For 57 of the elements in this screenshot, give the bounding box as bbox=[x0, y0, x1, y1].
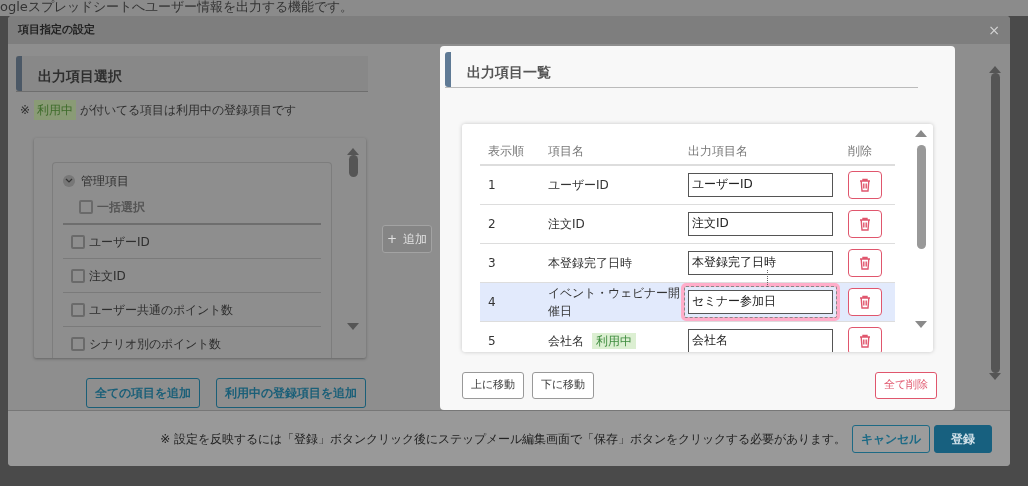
submit-button[interactable]: 登録 bbox=[934, 424, 992, 453]
move-down-button[interactable]: 下に移動 bbox=[532, 372, 594, 399]
item-label: 注文ID bbox=[89, 267, 126, 285]
order-cell: 1 bbox=[480, 165, 540, 204]
background-text: ogleスプレッドシートへユーザー情報を出力する機能です。 bbox=[0, 0, 1028, 16]
delete-all-button[interactable]: 全て削除 bbox=[875, 372, 937, 399]
item-label: ユーザーID bbox=[89, 233, 150, 251]
trash-icon bbox=[859, 255, 871, 270]
output-name-field[interactable]: 注文ID bbox=[688, 211, 833, 236]
trash-icon bbox=[859, 294, 871, 309]
chevron-icon[interactable] bbox=[63, 175, 75, 187]
checkbox[interactable] bbox=[71, 336, 85, 351]
section-title: 出力項目選択 bbox=[37, 67, 122, 86]
delete-button[interactable] bbox=[848, 209, 882, 238]
output-name-field[interactable]: ユーザーID bbox=[688, 172, 833, 197]
group-label: 管理項目 bbox=[81, 173, 129, 190]
item-name: 注文ID bbox=[540, 204, 680, 243]
note-mark: ※ bbox=[20, 102, 31, 119]
column-header: 項目名 bbox=[540, 138, 680, 165]
item-label: ユーザー共通のポイント数 bbox=[89, 301, 233, 319]
item-name: 本登録完了日時 bbox=[540, 243, 680, 282]
checkbox[interactable] bbox=[71, 302, 85, 317]
order-cell: 3 bbox=[480, 243, 540, 282]
trash-icon bbox=[859, 177, 871, 192]
dialog-title: 項目指定の設定 bbox=[18, 21, 95, 38]
order-cell: 2 bbox=[480, 204, 540, 243]
section-title: 出力項目一覧 bbox=[466, 63, 551, 82]
item-label: シナリオ別のポイント数 bbox=[89, 335, 221, 353]
checkbox[interactable] bbox=[71, 268, 85, 283]
delete-button[interactable] bbox=[848, 170, 882, 199]
output-name-field[interactable]: 会社名 bbox=[688, 328, 833, 352]
output-name-field[interactable]: 本登録完了日時 bbox=[688, 250, 833, 275]
item-name: イベント・ウェビナー開催日 bbox=[540, 282, 680, 321]
in-use-badge: 利用中 bbox=[592, 332, 636, 349]
checkbox[interactable] bbox=[79, 200, 93, 214]
item-name: 会社名 bbox=[548, 333, 584, 348]
column-header: 出力項目名 bbox=[680, 138, 840, 165]
note-text: が付いてる項目は利用中の登録項目です bbox=[80, 102, 297, 119]
trash-icon bbox=[859, 333, 871, 348]
accent-bar bbox=[16, 56, 22, 91]
in-use-badge: 利用中 bbox=[34, 100, 77, 120]
select-all-label: 一括選択 bbox=[97, 199, 145, 216]
accent-bar bbox=[445, 52, 451, 87]
move-up-button[interactable]: 上に移動 bbox=[462, 372, 524, 399]
footer-note: ※ 設定を反映するには「登録」ボタンクリック後にステップメール編集画面で「保存」ボタンをクリックする必要があります。 bbox=[160, 430, 846, 448]
column-header: 削除 bbox=[840, 138, 895, 165]
order-cell: 4 bbox=[480, 282, 540, 321]
order-cell: 5 bbox=[480, 321, 540, 352]
checkbox[interactable] bbox=[71, 234, 85, 249]
item-name: ユーザーID bbox=[540, 165, 680, 204]
delete-button[interactable] bbox=[848, 287, 882, 316]
trash-icon bbox=[859, 216, 871, 231]
delete-button[interactable] bbox=[848, 248, 882, 277]
output-name-field[interactable]: セミナー参加日 bbox=[688, 289, 833, 314]
column-header: 表示順 bbox=[480, 138, 540, 165]
delete-button[interactable] bbox=[848, 326, 882, 352]
leader-line bbox=[767, 269, 768, 287]
